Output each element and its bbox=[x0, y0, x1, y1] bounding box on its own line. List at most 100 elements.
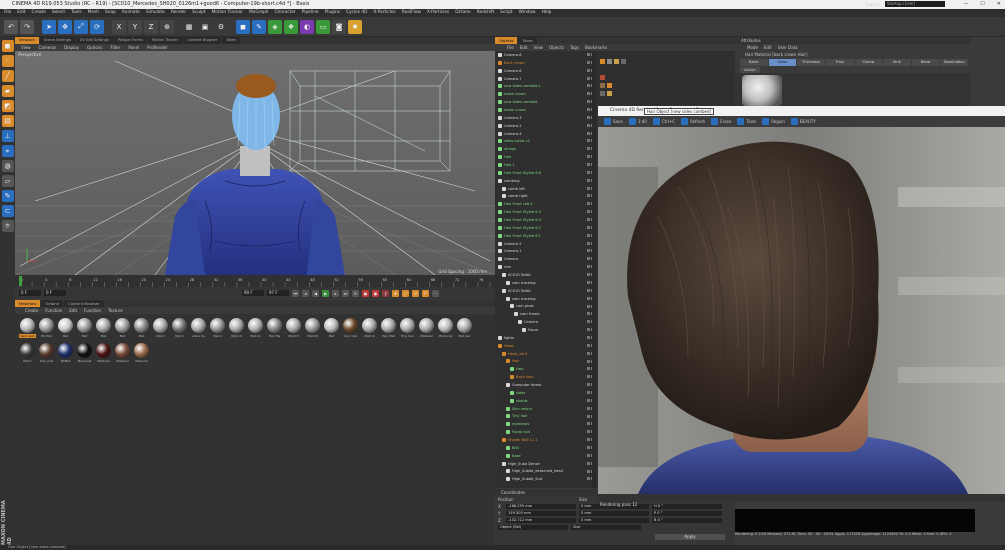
object-row[interactable]: cam frame bbox=[495, 310, 598, 318]
object-row[interactable]: Hair Front Styled 6.6 bbox=[495, 169, 598, 177]
object-row[interactable]: rem bbox=[495, 263, 598, 271]
texture-mode-icon[interactable]: ▤ bbox=[1, 115, 14, 127]
attributes-tab[interactable]: Kink bbox=[883, 59, 911, 66]
object-row[interactable]: cam tracking bbox=[495, 279, 598, 287]
render-output-image[interactable] bbox=[598, 127, 1005, 494]
object-row[interactable]: strings bbox=[495, 145, 598, 153]
material-swatch[interactable]: Material bbox=[95, 343, 112, 366]
menu-item[interactable]: Motion Tracker bbox=[212, 9, 243, 17]
size-field[interactable]: 0 mm bbox=[579, 511, 649, 516]
menu-item[interactable]: Select bbox=[52, 9, 65, 17]
object-row[interactable]: Shader Ball 11.1 bbox=[495, 436, 598, 444]
attributes-tab[interactable]: Bend bbox=[911, 59, 940, 66]
viewport-menu-item[interactable]: Filter bbox=[110, 44, 120, 51]
polygons-mode-icon[interactable]: ▰ bbox=[1, 85, 14, 97]
material-swatch[interactable]: Material bbox=[114, 343, 131, 366]
material-menu-item[interactable]: Function bbox=[84, 307, 101, 314]
object-row[interactable]: Hair Front Styled 6.4 bbox=[495, 216, 598, 224]
x-axis-icon[interactable]: X bbox=[112, 19, 126, 34]
first-frame-icon[interactable]: ⏮ bbox=[292, 289, 299, 297]
menu-item[interactable]: Redshift bbox=[477, 9, 494, 17]
undo-icon[interactable]: ↶ bbox=[4, 19, 18, 34]
autokey-icon[interactable]: ● bbox=[372, 289, 379, 297]
object-tab[interactable]: Objects bbox=[495, 37, 518, 44]
menu-item[interactable]: Create bbox=[32, 9, 46, 17]
position-field[interactable]: 159.305 mm bbox=[506, 511, 576, 516]
object-row[interactable]: combing bbox=[495, 177, 598, 185]
material-swatch[interactable]: Mat.body bbox=[437, 318, 454, 341]
object-menu-item[interactable]: Edit bbox=[520, 44, 528, 51]
object-row[interactable]: Hair Front Styled 6.2 bbox=[495, 224, 598, 232]
pen-icon[interactable]: ✎ bbox=[252, 19, 266, 34]
redo-icon[interactable]: ↷ bbox=[20, 19, 34, 34]
material-swatch[interactable]: Mat bbox=[57, 318, 74, 341]
object-row[interactable]: Hair bbox=[495, 358, 598, 366]
object-row[interactable]: High_Suba Dense bbox=[495, 460, 598, 468]
material-swatch[interactable]: RSMat bbox=[57, 343, 74, 366]
close-icon[interactable]: ✕ bbox=[997, 0, 1001, 9]
cube-mode-icon[interactable]: ◼ bbox=[1, 40, 14, 52]
viewport-menu-item[interactable]: Panel bbox=[128, 44, 139, 51]
object-row[interactable]: mesh crown bbox=[495, 90, 598, 98]
last-frame-icon[interactable]: ⏭ bbox=[342, 289, 349, 297]
prev-key-icon[interactable]: ◂ bbox=[302, 289, 309, 297]
layout-dropdown[interactable]: Startup (User) bbox=[885, 1, 945, 7]
viewport-menu-item[interactable]: Cameras bbox=[39, 44, 57, 51]
object-row[interactable]: Camera.1 bbox=[495, 247, 598, 255]
pla-key-icon[interactable]: ⋯ bbox=[432, 289, 439, 297]
menu-item[interactable]: X-Particles bbox=[427, 9, 449, 17]
material-swatch[interactable]: Mat.18 bbox=[304, 318, 321, 341]
material-swatch[interactable]: Mat.hair bbox=[456, 318, 473, 341]
loop-icon[interactable]: ↻ bbox=[352, 289, 359, 297]
object-row[interactable]: Camera.6 bbox=[495, 67, 598, 75]
subdivision-icon[interactable]: ◈ bbox=[268, 19, 282, 34]
object-row[interactable]: sholds bbox=[495, 397, 598, 405]
material-swatch[interactable]: Mat bbox=[323, 318, 340, 341]
material-menu-item[interactable]: Create bbox=[25, 307, 38, 314]
material-swatch[interactable]: shine ha bbox=[190, 318, 207, 341]
end-frame-field[interactable]: 90 F bbox=[242, 290, 264, 296]
object-row[interactable]: moon crown bbox=[495, 106, 598, 114]
layout-selector[interactable]: Layout: Startup (User) bbox=[866, 1, 945, 7]
attributes-tab[interactable]: Illumination bbox=[940, 59, 968, 66]
material-swatch[interactable]: Mat.10 bbox=[228, 318, 245, 341]
material-menu-item[interactable]: Texture bbox=[108, 307, 123, 314]
material-swatch[interactable]: hair_mat bbox=[38, 343, 55, 366]
object-row[interactable]: Hair Front Left.1 bbox=[495, 200, 598, 208]
object-row[interactable]: Camera.8 bbox=[495, 51, 598, 59]
frame-field[interactable]: 0 F bbox=[44, 290, 66, 296]
material-swatch[interactable]: RS Mat bbox=[38, 318, 55, 341]
material-swatch[interactable]: Mat.3 bbox=[171, 318, 188, 341]
viewport-tab[interactable]: Viewport bbox=[15, 37, 39, 44]
object-row[interactable]: Camera bbox=[495, 318, 598, 326]
viewport-tab[interactable]: Content Browser bbox=[183, 37, 222, 44]
apply-button[interactable]: Apply bbox=[655, 534, 725, 540]
viewport-tab[interactable]: UV Edit Settings bbox=[75, 37, 113, 44]
position-field[interactable]: -166.255 mm bbox=[506, 504, 576, 509]
rotate-icon[interactable]: ⟳ bbox=[90, 19, 104, 34]
object-menu-item[interactable]: Objects bbox=[549, 44, 564, 51]
object-row[interactable]: Head_v6.4 bbox=[495, 350, 598, 358]
magnet-icon[interactable]: ⊂ bbox=[1, 205, 14, 217]
material-swatch[interactable]: Mat.15 bbox=[285, 318, 302, 341]
menu-item[interactable]: Edit bbox=[17, 9, 25, 17]
object-row[interactable]: new sides combed bbox=[495, 98, 598, 106]
object-menu-item[interactable]: Tags bbox=[570, 44, 579, 51]
object-row[interactable]: lights bbox=[495, 334, 598, 342]
material-tab[interactable]: Content Browser bbox=[64, 300, 104, 307]
menu-item[interactable]: Pipeline bbox=[302, 9, 319, 17]
render-toolbar-item[interactable]: Region bbox=[762, 118, 785, 125]
attributes-tab[interactable]: Thickness bbox=[797, 59, 825, 66]
material-swatch[interactable]: Mat.4 bbox=[209, 318, 226, 341]
object-row[interactable]: Skin velour bbox=[495, 405, 598, 413]
timeline-ruler[interactable]: 0 4 8 12 16 20 24 28 32 36 40 44 48 52 56 60 64 68 72 76 bbox=[15, 275, 495, 287]
material-swatch[interactable]: Mat.2 bbox=[152, 318, 169, 341]
minimize-icon[interactable]: — bbox=[963, 0, 968, 9]
record-icon[interactable]: ● bbox=[362, 289, 369, 297]
object-row[interactable]: High_Subdd_detached_head bbox=[495, 468, 598, 476]
material-swatch[interactable]: Mat bbox=[114, 318, 131, 341]
object-row[interactable]: Computer forest bbox=[495, 381, 598, 389]
object-tab[interactable]: Takes bbox=[518, 37, 537, 44]
maximize-icon[interactable]: ☐ bbox=[980, 0, 984, 9]
rotation-field[interactable]: P 0 ° bbox=[652, 511, 722, 516]
